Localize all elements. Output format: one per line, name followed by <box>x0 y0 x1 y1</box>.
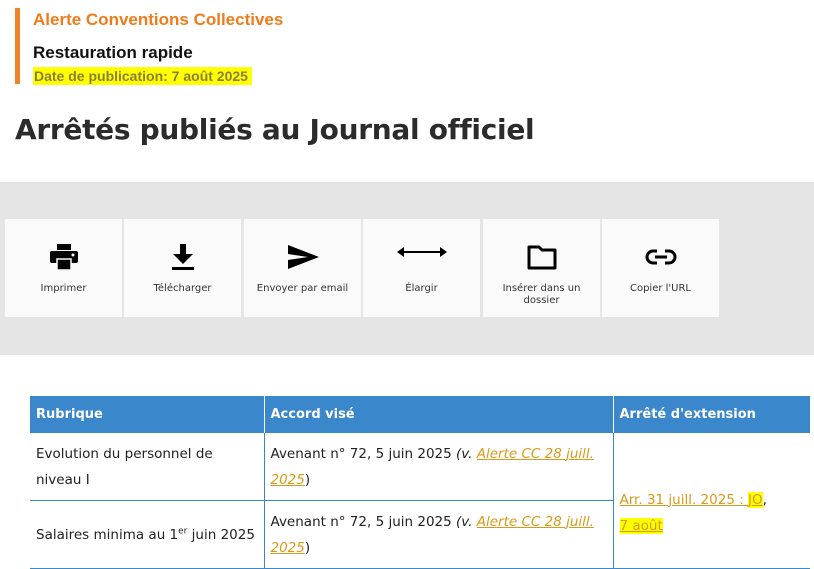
alert-title: Alerte Conventions Collectives <box>33 10 284 29</box>
expand-label: Élargir <box>405 283 438 294</box>
link-icon <box>602 242 719 272</box>
expand-arrows-icon <box>363 237 480 267</box>
accord-ref-close: ) <box>304 471 311 488</box>
printer-icon <box>5 242 122 272</box>
print-button[interactable]: Imprimer <box>5 219 122 317</box>
download-button[interactable]: Télécharger <box>124 219 241 317</box>
extension-table: Rubrique Accord visé Arrêté d'extension … <box>30 396 811 569</box>
download-label: Télécharger <box>153 283 212 294</box>
alert-block: Alerte Conventions Collectives Restaurat… <box>15 8 420 85</box>
copy-url-button[interactable]: Copier l'URL <box>602 219 719 317</box>
cell-rubrique: Evolution du personnel de niveau I <box>30 433 265 501</box>
accord-text: Avenant n° 72, 5 juin 2025 <box>270 445 456 462</box>
table-header-row: Rubrique Accord visé Arrêté d'extension <box>30 396 811 433</box>
cell-accord: Avenant n° 72, 5 juin 2025 (v. Alerte CC… <box>264 500 614 569</box>
send-email-label: Envoyer par email <box>256 283 349 294</box>
print-label: Imprimer <box>40 283 87 294</box>
rubrique-text-end: juin 2025 <box>187 526 255 543</box>
accord-ref-close: ) <box>304 539 311 556</box>
publication-date: Date de publication: 7 août 2025 <box>33 67 252 85</box>
header-arrete-extension: Arrêté d'extension <box>613 396 811 433</box>
insert-folder-button[interactable]: Insérer dans un dossier <box>483 219 600 317</box>
rubrique-text: Salaires minima au 1 <box>36 526 179 543</box>
jo-date-link[interactable]: 7 août <box>619 517 663 534</box>
expand-button[interactable]: Élargir <box>363 219 480 317</box>
table-row: Evolution du personnel de niveau I Avena… <box>30 433 810 569</box>
toolbar: Imprimer Télécharger Envoyer par email É… <box>0 182 814 355</box>
page-title: Arrêtés publiés au Journal officiel <box>15 113 535 146</box>
send-icon <box>244 242 361 272</box>
arrete-link[interactable]: Arr. 31 juill. 2025 : <box>620 492 749 508</box>
send-email-button[interactable]: Envoyer par email <box>244 219 361 317</box>
jo-link[interactable]: JO <box>748 491 763 508</box>
header-accord-vise: Accord visé <box>264 396 614 433</box>
cell-rubrique: Salaires minima au 1er juin 2025 <box>30 500 265 569</box>
alert-subtitle: Restauration rapide <box>33 43 193 62</box>
accord-text: Avenant n° 72, 5 juin 2025 <box>270 513 456 530</box>
copy-url-label: Copier l'URL <box>629 283 692 294</box>
accord-ref-open: (v. <box>456 445 477 462</box>
folder-icon <box>483 242 600 272</box>
download-icon <box>124 242 241 272</box>
header-rubrique: Rubrique <box>30 396 265 433</box>
rubrique-superscript: er <box>178 526 188 536</box>
extension-separator: , <box>762 491 767 508</box>
cell-extension: Arr. 31 juill. 2025 : JO, 7 août <box>613 433 810 569</box>
insert-folder-label: Insérer dans un dossier <box>502 283 581 306</box>
cell-accord: Avenant n° 72, 5 juin 2025 (v. Alerte CC… <box>264 433 614 501</box>
accord-ref-open: (v. <box>456 513 477 530</box>
